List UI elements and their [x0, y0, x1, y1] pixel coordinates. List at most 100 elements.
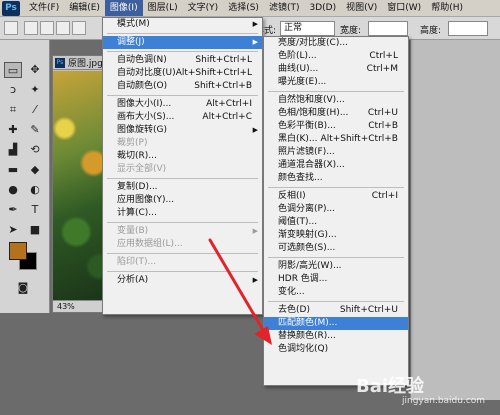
- submenu-arrow-icon: ▶: [252, 38, 258, 46]
- adjust-menu-item[interactable]: 匹配颜色(M)...: [264, 317, 408, 330]
- image-menu-item[interactable]: 调整(J) ▶: [103, 36, 262, 49]
- menu-edit[interactable]: 编辑(E): [64, 0, 105, 16]
- image-menu-item-shortcut: Shift+Ctrl+L: [195, 55, 252, 65]
- menu-help[interactable]: 帮助(H): [426, 0, 468, 16]
- image-menu-item[interactable]: 应用图像(Y)...: [103, 194, 262, 207]
- crop-icon[interactable]: ⌗: [4, 102, 22, 118]
- adjust-menu-item-shortcut: Ctrl+M: [366, 64, 398, 74]
- image-menu-item[interactable]: 自动颜色(O) Shift+Ctrl+B: [103, 80, 262, 93]
- intersect-selection-icon[interactable]: [72, 21, 86, 35]
- image-menu-item[interactable]: 裁切(R)...: [103, 150, 262, 163]
- move-icon[interactable]: ✥: [26, 62, 44, 78]
- adjust-menu-item[interactable]: 阴影/高光(W)...: [264, 260, 408, 273]
- healing-icon[interactable]: ✚: [4, 122, 22, 138]
- adjust-menu-item[interactable]: 可选颜色(S)...: [264, 242, 408, 255]
- height-field[interactable]: [448, 21, 488, 36]
- adjust-menu-item[interactable]: 色调分离(P)...: [264, 203, 408, 216]
- paint-bucket-icon[interactable]: ◆: [26, 162, 44, 178]
- adjust-menu-item[interactable]: 色调均化(Q): [264, 343, 408, 356]
- adjust-menu-item[interactable]: 色相/饱和度(H)... Ctrl+U: [264, 107, 408, 120]
- rect-marquee-icon[interactable]: ▭: [4, 62, 22, 78]
- image-menu-item[interactable]: 分析(A) ▶: [103, 274, 262, 287]
- dodge-icon[interactable]: ◐: [26, 182, 44, 198]
- brush-icon[interactable]: ✎: [26, 122, 44, 138]
- image-menu-item[interactable]: 自动色调(N) Shift+Ctrl+L: [103, 54, 262, 67]
- quick-mask-icon[interactable]: ◙: [14, 280, 32, 296]
- image-menu-item[interactable]: 图像大小(I)... Alt+Ctrl+I: [103, 98, 262, 111]
- stamp-icon[interactable]: ▟: [4, 142, 22, 158]
- adjust-menu-item-shortcut: Alt+Shift+Ctrl+B: [320, 134, 398, 144]
- submenu-arrow-icon: ▶: [252, 126, 258, 134]
- image-menu: 模式(M) ▶ 调整(J) ▶ 自动色调(N) Shift+Ctrl+L 自动对比度(U) A…: [102, 17, 263, 315]
- subtract-selection-icon[interactable]: [56, 21, 70, 35]
- menu-select[interactable]: 选择(S): [223, 0, 264, 16]
- eyedropper-icon[interactable]: ⁄: [26, 102, 44, 118]
- width-label: 宽度:: [340, 26, 362, 36]
- image-menu-item[interactable]: 画布大小(S)... Alt+Ctrl+C: [103, 111, 262, 124]
- adjust-menu-item[interactable]: 曝光度(E)...: [264, 76, 408, 89]
- menu-type[interactable]: 文字(Y): [183, 0, 224, 16]
- image-menu-item[interactable]: 计算(C)...: [103, 207, 262, 220]
- image-menu-item-shortcut: Alt+Ctrl+I: [206, 99, 252, 109]
- style-select[interactable]: 正常: [280, 21, 335, 36]
- ps-file-icon: Ps: [55, 57, 65, 68]
- menu-3d[interactable]: 3D(D): [304, 0, 341, 16]
- adjust-menu-item-label: 曝光度(E)...: [278, 77, 327, 87]
- image-menu-item[interactable]: 复制(D)...: [103, 181, 262, 194]
- adjust-menu-item[interactable]: 渐变映射(G)...: [264, 229, 408, 242]
- pen-icon[interactable]: ✒: [4, 202, 22, 218]
- adjust-menu-item[interactable]: 变化...: [264, 286, 408, 299]
- image-menu-item-label: 变量(B): [117, 226, 149, 236]
- type-icon[interactable]: T: [26, 202, 44, 218]
- blur-icon[interactable]: ●: [4, 182, 22, 198]
- image-menu-item-shortcut: Shift+Ctrl+B: [194, 81, 252, 91]
- adjust-menu-item[interactable]: 颜色查找...: [264, 172, 408, 185]
- menu-layer[interactable]: 图层(L): [143, 0, 183, 16]
- adjust-menu-item[interactable]: 色彩平衡(B)... Ctrl+B: [264, 120, 408, 133]
- baidu-jingyan-watermark: Bai经验 jingyan.baidu.com: [352, 366, 497, 412]
- menu-window[interactable]: 窗口(W): [382, 0, 426, 16]
- adjust-menu-item-label: 去色(D): [278, 305, 310, 315]
- adjust-menu-item-label: 通道混合器(X)...: [278, 160, 345, 170]
- adjust-menu-item[interactable]: 替换颜色(R)...: [264, 330, 408, 343]
- adjust-menu-item[interactable]: HDR 色调...: [264, 273, 408, 286]
- adjust-menu-item[interactable]: 自然饱和度(V)...: [264, 94, 408, 107]
- menu-view[interactable]: 视图(V): [341, 0, 382, 16]
- adjust-menu-item-shortcut: Ctrl+U: [367, 108, 398, 118]
- image-menu-item-label: 自动对比度(U): [117, 68, 176, 78]
- marquee-preset-icon[interactable]: [4, 21, 18, 35]
- adjust-menu-item-label: 黑白(K)...: [278, 134, 318, 144]
- image-menu-item[interactable]: 模式(M) ▶: [103, 18, 262, 31]
- image-menu-item[interactable]: 图像旋转(G) ▶: [103, 124, 262, 137]
- menu-filter[interactable]: 滤镜(T): [264, 0, 305, 16]
- eraser-icon[interactable]: ▬: [4, 162, 22, 178]
- adjust-menu-item-label: 色相/饱和度(H)...: [278, 108, 349, 118]
- adjust-menu-item[interactable]: 曲线(U)... Ctrl+M: [264, 63, 408, 76]
- image-menu-item-label: 应用数据组(L)...: [117, 239, 183, 249]
- adjust-menu-item-shortcut: Shift+Ctrl+U: [339, 305, 398, 315]
- adjust-menu-item[interactable]: 反相(I) Ctrl+I: [264, 190, 408, 203]
- width-field[interactable]: [368, 21, 408, 36]
- adjust-menu-item-label: 色调分离(P)...: [278, 204, 336, 214]
- magic-wand-icon[interactable]: ✦: [26, 82, 44, 98]
- adjust-menu-item[interactable]: 黑白(K)... Alt+Shift+Ctrl+B: [264, 133, 408, 146]
- menu-image[interactable]: 图像(I): [104, 0, 143, 16]
- menu-file[interactable]: 文件(F): [24, 0, 64, 16]
- shape-icon[interactable]: ■: [26, 222, 44, 238]
- adjust-menu-item[interactable]: 色阶(L)... Ctrl+L: [264, 50, 408, 63]
- adjust-menu-item[interactable]: 去色(D) Shift+Ctrl+U: [264, 304, 408, 317]
- image-menu-item-label: 显示全部(V): [117, 164, 167, 174]
- adjust-menu-item[interactable]: 亮度/对比度(C)...: [264, 37, 408, 50]
- adjust-menu-item-label: 替换颜色(R)...: [278, 331, 336, 341]
- path-select-icon[interactable]: ➤: [4, 222, 22, 238]
- adjust-menu-item[interactable]: 照片滤镜(F)...: [264, 146, 408, 159]
- adjust-menu-item[interactable]: 通道混合器(X)...: [264, 159, 408, 172]
- new-selection-icon[interactable]: [24, 21, 38, 35]
- image-menu-item-label: 裁剪(P): [117, 138, 148, 148]
- add-selection-icon[interactable]: [40, 21, 54, 35]
- foreground-color-swatch[interactable]: [9, 242, 27, 260]
- adjust-menu-item[interactable]: 阈值(T)...: [264, 216, 408, 229]
- image-menu-item[interactable]: 自动对比度(U) Alt+Shift+Ctrl+L: [103, 67, 262, 80]
- history-brush-icon[interactable]: ⟲: [26, 142, 44, 158]
- lasso-icon[interactable]: ↄ: [4, 82, 22, 98]
